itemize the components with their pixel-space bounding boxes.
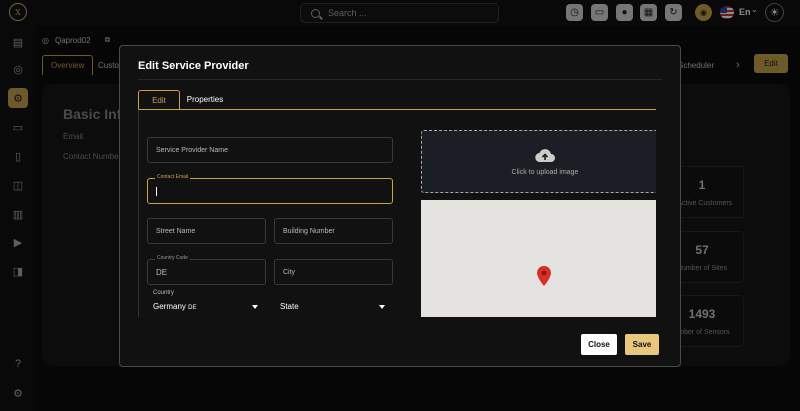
country-label: Country	[153, 290, 175, 296]
close-button[interactable]: Close	[581, 334, 617, 355]
service-provider-name-field[interactable]: Service Provider Name	[147, 137, 393, 163]
country-code-field[interactable]: Country Code DE	[147, 255, 266, 285]
dropdown-arrow-icon	[252, 305, 258, 309]
country-code-label: Country Code	[155, 255, 190, 261]
map-pin-icon[interactable]	[537, 266, 551, 286]
state-select[interactable]: State	[274, 294, 393, 317]
city-field[interactable]: City	[274, 259, 393, 285]
edit-service-provider-modal: Edit Service Provider Edit Properties Se…	[119, 45, 681, 367]
image-upload-area[interactable]: Click to upload image	[421, 130, 656, 193]
edit-form: Service Provider Name Contact Email Stre…	[138, 109, 656, 317]
tab-properties[interactable]: Properties	[180, 90, 230, 110]
contact-email-field[interactable]: Contact Email	[147, 174, 393, 204]
tab-edit[interactable]: Edit	[138, 90, 180, 110]
divider	[138, 79, 662, 80]
modal-title: Edit Service Provider	[138, 60, 249, 72]
save-button[interactable]: Save	[625, 334, 659, 355]
dropdown-arrow-icon	[379, 305, 385, 309]
street-name-field[interactable]: Street Name	[147, 218, 266, 244]
upload-text: Click to upload image	[511, 168, 579, 176]
location-map[interactable]	[421, 200, 656, 317]
country-select[interactable]: Country Germany DE	[147, 290, 266, 317]
text-caret	[156, 186, 157, 196]
country-value: Germany DE	[153, 302, 197, 311]
contact-email-label: Contact Email	[155, 174, 191, 180]
cloud-upload-icon	[535, 148, 555, 162]
building-number-field[interactable]: Building Number	[274, 218, 393, 244]
country-code-value: DE	[156, 267, 168, 277]
state-value: State	[280, 302, 299, 311]
